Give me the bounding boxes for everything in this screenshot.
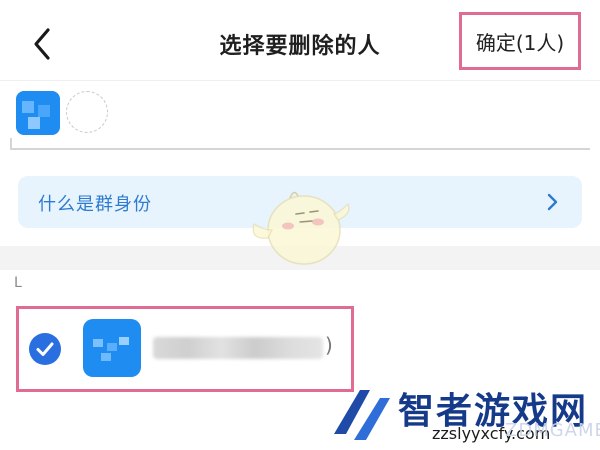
member-name-redacted	[153, 337, 323, 359]
info-banner-text: 什么是群身份	[38, 194, 152, 215]
watermark-ghost-text: ZDMGAME	[505, 420, 600, 441]
site-logo-icon	[334, 390, 390, 440]
chevron-right-icon	[547, 193, 558, 211]
header-bar: 选择要删除的人 确定(1人)	[0, 0, 600, 80]
member-avatar	[83, 319, 141, 377]
mascot-watermark-icon	[252, 191, 350, 265]
confirm-label: 确定(1人)	[475, 30, 565, 55]
section-index-letter: L	[14, 275, 22, 291]
empty-avatar-slot	[66, 91, 108, 133]
check-icon	[36, 342, 54, 356]
selected-member-avatar[interactable]	[16, 91, 60, 135]
header-divider	[0, 80, 600, 81]
selected-members-row	[0, 82, 600, 148]
member-name-tail: )	[325, 333, 333, 357]
confirm-button[interactable]: 确定(1人)	[459, 12, 581, 70]
member-checkbox[interactable]	[29, 333, 61, 365]
member-list-item[interactable]: )	[16, 306, 354, 392]
divider	[10, 148, 590, 150]
